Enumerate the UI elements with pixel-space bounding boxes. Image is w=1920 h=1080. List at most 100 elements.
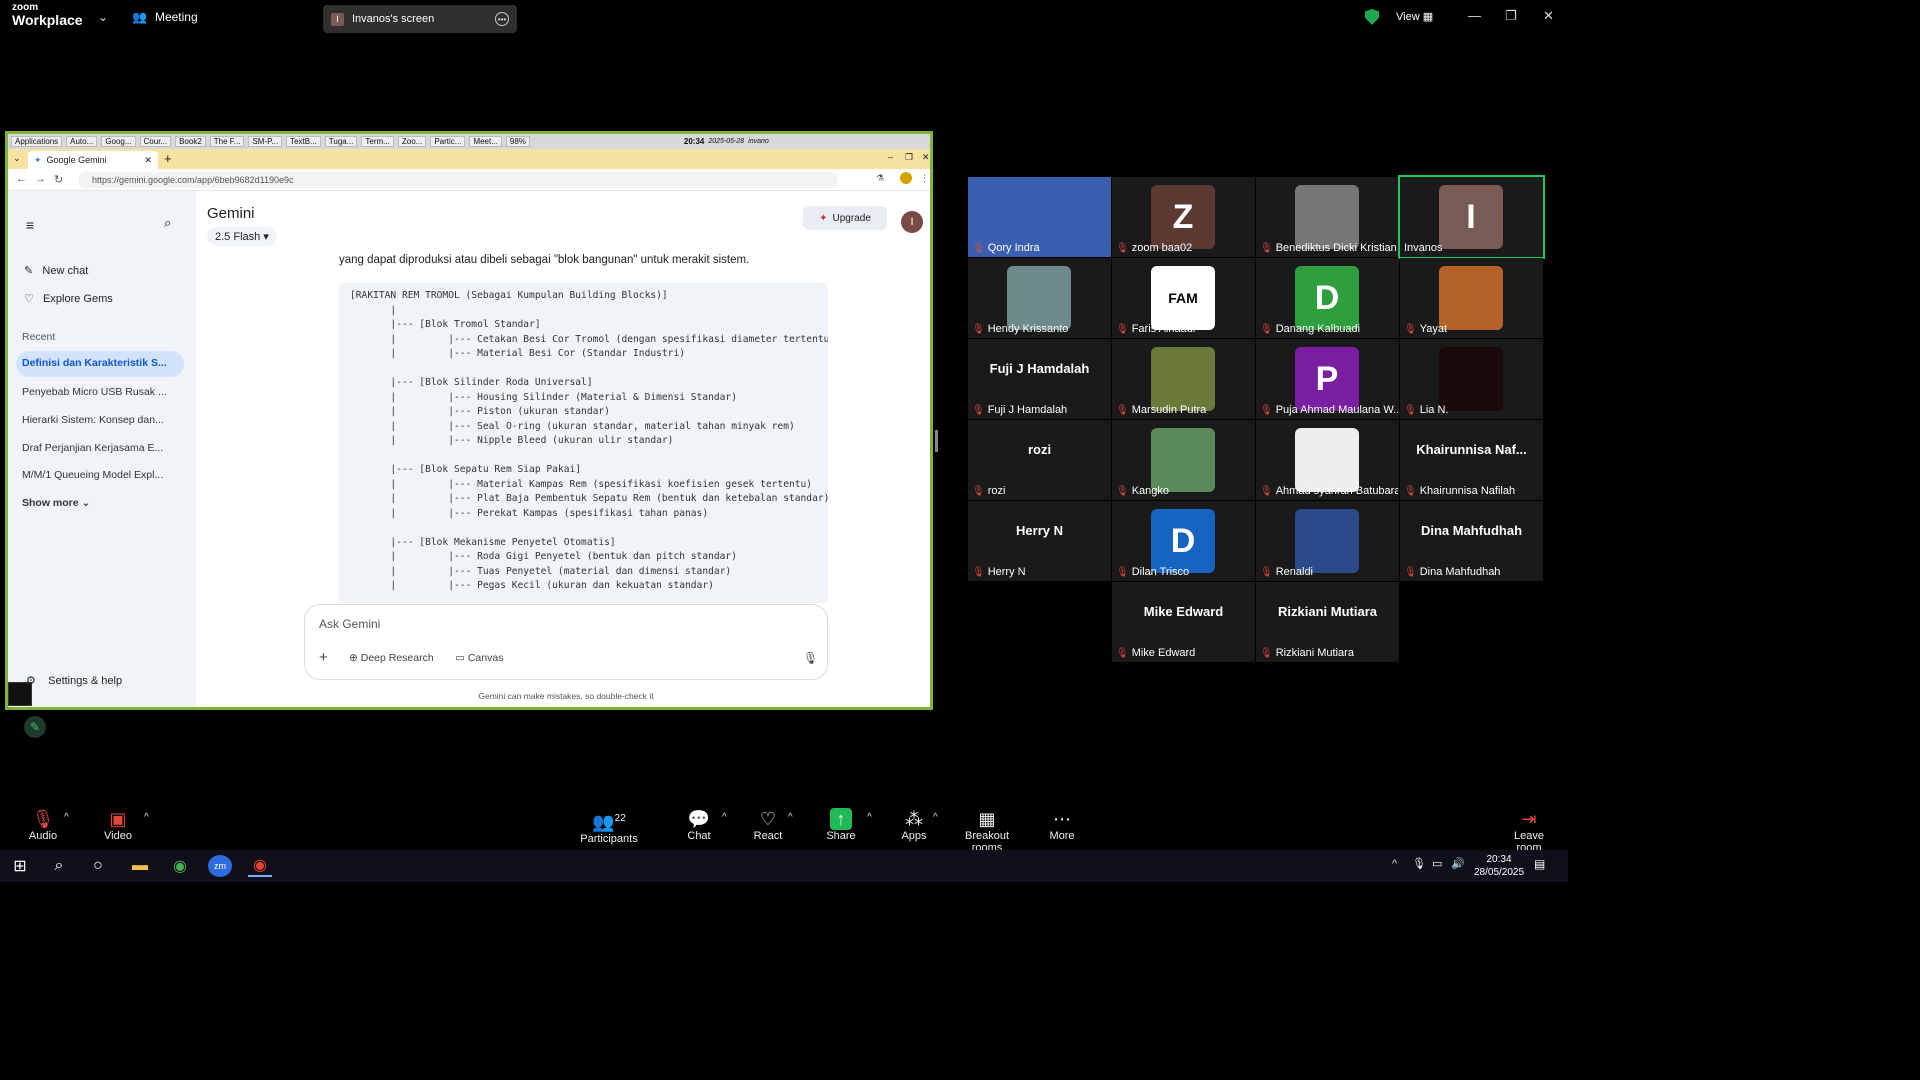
- search-icon[interactable]: ⌕: [47, 855, 71, 877]
- back-icon[interactable]: ←: [16, 173, 27, 185]
- ask-input[interactable]: Ask Gemini: [319, 617, 380, 631]
- view-button[interactable]: View ▦: [1396, 10, 1433, 23]
- chrome-active-icon[interactable]: ◉: [248, 855, 272, 877]
- participant-tile[interactable]: 🎙 Marsudin Putra: [1112, 339, 1255, 419]
- recent-chat-item[interactable]: Definisi dan Karakteristik S...: [16, 351, 184, 377]
- react-options-caret[interactable]: ^: [788, 812, 793, 823]
- linux-task[interactable]: Term...: [361, 136, 394, 147]
- participant-tile[interactable]: P 🎙 Puja Ahmad Maulana W...: [1256, 339, 1399, 419]
- linux-task[interactable]: Meet...: [469, 136, 502, 147]
- recent-chat-item[interactable]: Draf Perjanjian Kerjasama E...: [22, 442, 163, 454]
- linux-task[interactable]: Book2: [175, 136, 206, 147]
- participant-tile[interactable]: FAM 🎙 Faris Alhaadi: [1112, 258, 1255, 338]
- participant-tile[interactable]: 🎙 Yayat: [1400, 258, 1543, 338]
- participant-tile[interactable]: 🎙 Renaldi: [1256, 501, 1399, 581]
- show-more-button[interactable]: Show more ⌄: [22, 497, 90, 509]
- apps-button[interactable]: ⁂ Apps: [900, 808, 928, 842]
- participant-tile[interactable]: Rizkiani Mutiara 🎙 Rizkiani Mutiara: [1256, 582, 1399, 662]
- extensions-icon[interactable]: ⚗: [876, 173, 884, 184]
- participant-tile[interactable]: Z 🎙 zoom baa02: [1112, 177, 1255, 257]
- chevron-down-icon[interactable]: ⌄: [98, 10, 108, 24]
- recent-chat-item[interactable]: M/M/1 Queueing Model Expl...: [22, 469, 163, 481]
- tray-chevron-icon[interactable]: ^: [1392, 858, 1397, 870]
- participant-tile[interactable]: Dina Mahfudhah 🎙 Dina Mahfudhah: [1400, 501, 1543, 581]
- video-options-caret[interactable]: ^: [144, 812, 149, 823]
- url-field[interactable]: https://gemini.google.com/app/6beb9682d1…: [78, 172, 838, 188]
- new-tab-icon[interactable]: +: [164, 151, 172, 166]
- microphone-icon[interactable]: 🎙: [803, 651, 818, 665]
- tab-google-gemini[interactable]: ✦ Google Gemini ✕: [28, 151, 158, 169]
- audio-button[interactable]: 🎙 Audio: [24, 808, 62, 842]
- recent-chat-item[interactable]: Hierarki Sistem: Konsep dan...: [22, 414, 164, 426]
- linux-task[interactable]: Zoo...: [397, 136, 427, 147]
- explore-gems-button[interactable]: ♡ Explore Gems: [24, 292, 113, 305]
- participant-tile[interactable]: Mike Edward 🎙 Mike Edward: [1112, 582, 1255, 662]
- linux-task[interactable]: Partic...: [430, 136, 466, 147]
- split-resize-handle[interactable]: [935, 430, 938, 452]
- linux-task[interactable]: Goog...: [101, 136, 136, 147]
- linux-task[interactable]: SM-P...: [248, 136, 283, 147]
- participant-tile[interactable]: Herry N 🎙 Herry N: [968, 501, 1111, 581]
- tab-search-icon[interactable]: ⌄: [13, 153, 21, 164]
- close-icon[interactable]: ✕: [922, 152, 930, 163]
- forward-icon[interactable]: →: [35, 173, 46, 185]
- color-swatch[interactable]: [8, 682, 32, 706]
- breakout-rooms-button[interactable]: ▦ Breakout rooms: [950, 808, 1024, 854]
- zoom-app-icon[interactable]: zm: [208, 855, 232, 877]
- participant-tile[interactable]: rozi 🎙 rozi: [968, 420, 1111, 500]
- network-icon[interactable]: ▭: [1432, 857, 1442, 870]
- linux-task[interactable]: Cour...: [139, 136, 172, 147]
- close-tab-icon[interactable]: ✕: [144, 155, 152, 166]
- windows-start-icon[interactable]: ⊞: [8, 855, 32, 877]
- chrome-icon[interactable]: ◉: [168, 855, 192, 877]
- linux-task[interactable]: Auto...: [66, 136, 98, 147]
- participant-tile[interactable]: D 🎙 Danang Kalbuadi: [1256, 258, 1399, 338]
- participant-tile[interactable]: 🎙 Hendy Krissanto: [968, 258, 1111, 338]
- participant-tile[interactable]: 🎙 Qory Indra: [968, 177, 1111, 257]
- linux-task[interactable]: The F...: [209, 136, 245, 147]
- avatar[interactable]: I: [901, 211, 923, 233]
- close-icon[interactable]: ✕: [1543, 8, 1554, 24]
- volume-icon[interactable]: 🔊: [1451, 857, 1465, 870]
- system-clock[interactable]: 20:34 28/05/2025: [1474, 853, 1524, 879]
- participant-tile[interactable]: 🎙 Ahmad syahran Batubara: [1256, 420, 1399, 500]
- search-icon[interactable]: ⌕: [164, 215, 171, 231]
- linux-task[interactable]: TextB...: [286, 136, 321, 147]
- more-options-icon[interactable]: •••: [495, 12, 509, 26]
- maximize-icon[interactable]: ❐: [905, 152, 913, 163]
- menu-icon[interactable]: ≡: [26, 217, 34, 233]
- leave-room-button[interactable]: ⇥ Leave room: [1500, 808, 1558, 854]
- share-options-caret[interactable]: ^: [867, 812, 872, 823]
- new-chat-button[interactable]: ✎ New chat: [24, 264, 88, 277]
- tray-mic-icon[interactable]: 🎙: [1412, 857, 1426, 870]
- participant-tile[interactable]: Fuji J Hamdalah 🎙 Fuji J Hamdalah: [968, 339, 1111, 419]
- participant-tile[interactable]: 🎙 Lia N.: [1400, 339, 1543, 419]
- recent-chat-item[interactable]: Penyebab Micro USB Rusak ...: [22, 386, 167, 398]
- add-icon[interactable]: +: [319, 649, 328, 666]
- linux-task[interactable]: Tuga...: [324, 136, 358, 147]
- settings-help-button[interactable]: ⚙ Settings & help: [26, 674, 122, 687]
- meeting-info-button[interactable]: 👥 Meeting: [132, 10, 198, 24]
- minimize-icon[interactable]: —: [1468, 8, 1481, 23]
- participant-tile[interactable]: 🎙 Benediktus Dicki Kristian: [1256, 177, 1399, 257]
- notification-icon[interactable]: ▤: [1534, 857, 1545, 871]
- linux-task[interactable]: Applications: [11, 136, 63, 147]
- upgrade-button[interactable]: ✦ Upgrade: [803, 206, 887, 230]
- more-button[interactable]: ⋯ More: [1047, 808, 1077, 842]
- audio-options-caret[interactable]: ^: [64, 812, 69, 823]
- model-selector[interactable]: 2.5 Flash ▾: [207, 227, 277, 246]
- cortana-icon[interactable]: ○: [86, 855, 110, 877]
- deep-research-button[interactable]: ⊕ Deep Research: [349, 652, 434, 664]
- file-explorer-icon[interactable]: ▬: [128, 855, 152, 877]
- video-button[interactable]: ▣ Video: [98, 808, 138, 842]
- react-button[interactable]: ♡ React: [751, 808, 785, 842]
- canvas-button[interactable]: ▭ Canvas: [455, 652, 503, 664]
- share-button[interactable]: ↑ Share: [826, 808, 856, 842]
- participants-button[interactable]: 👥22 Participants: [580, 808, 638, 845]
- chat-options-caret[interactable]: ^: [722, 812, 727, 823]
- participant-tile[interactable]: D 🎙 Dilan Trisco: [1112, 501, 1255, 581]
- reload-icon[interactable]: ↻: [54, 173, 63, 186]
- chat-button[interactable]: 💬 Chat: [684, 808, 714, 842]
- shield-icon[interactable]: [1365, 9, 1379, 25]
- maximize-icon[interactable]: ❐: [1505, 8, 1517, 24]
